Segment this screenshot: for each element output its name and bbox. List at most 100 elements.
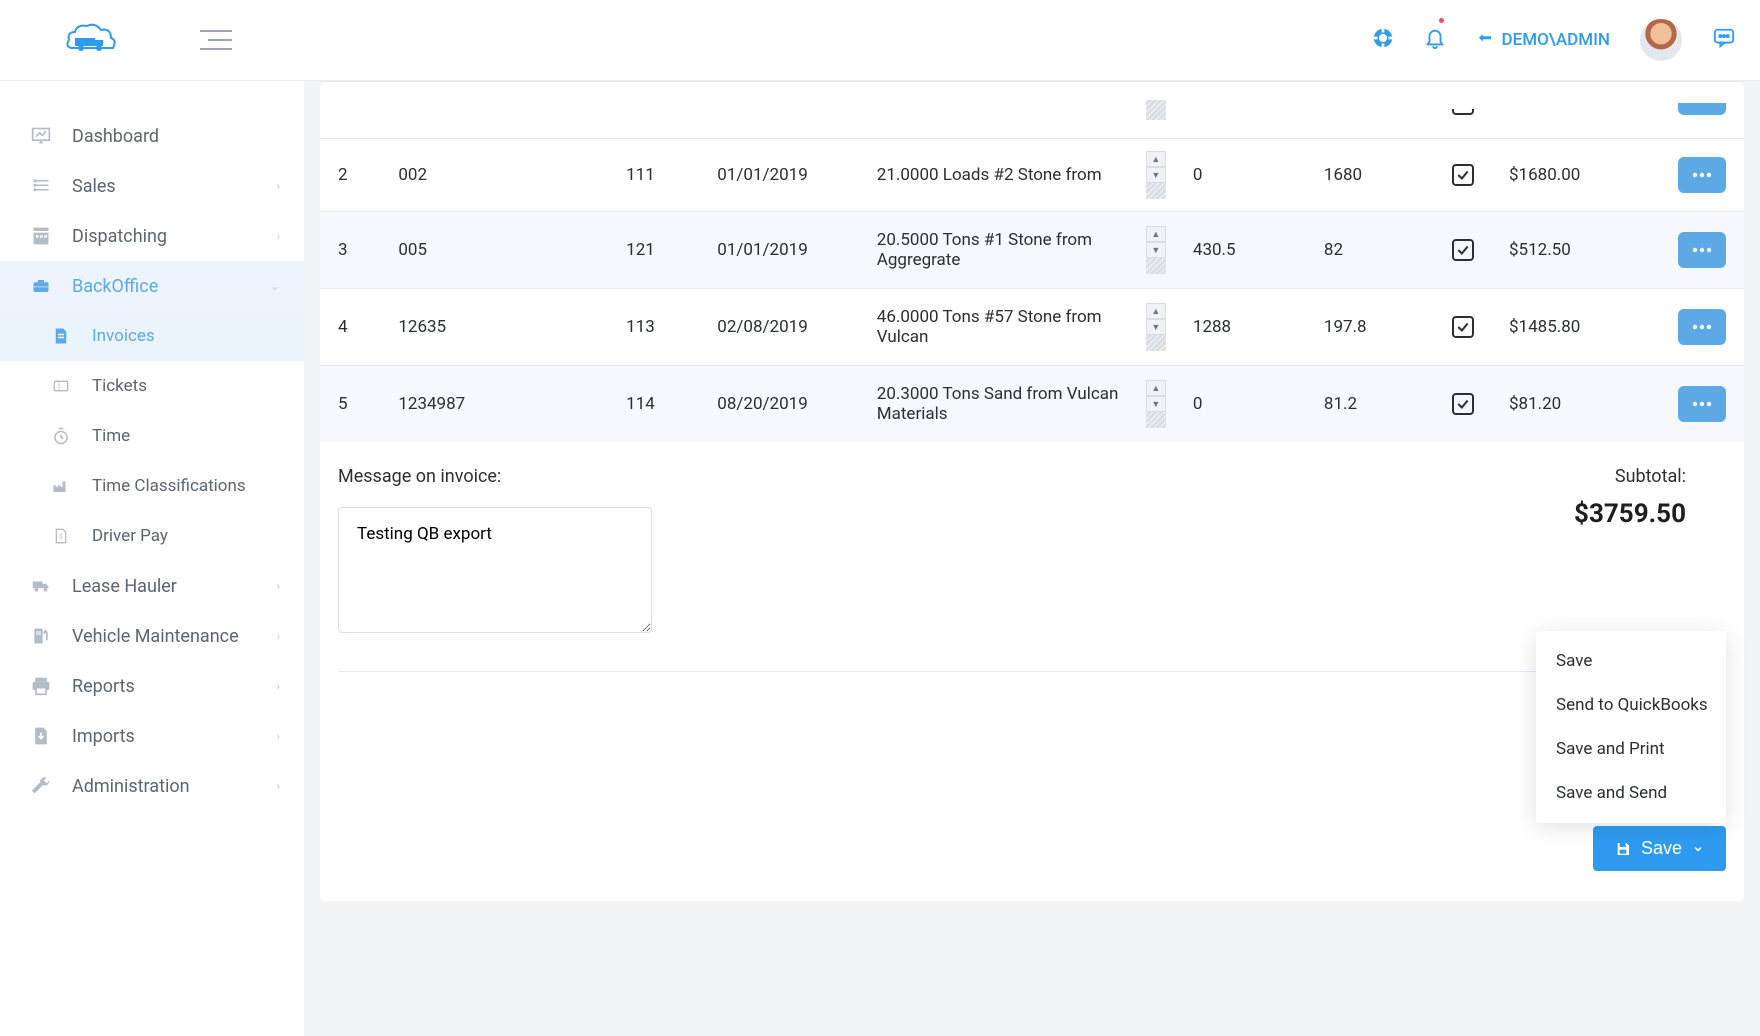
chevron-right-icon: › <box>276 679 280 693</box>
cell-number: 12635 <box>388 289 616 366</box>
checkbox[interactable] <box>1452 239 1474 261</box>
spinner-down-icon[interactable]: ▼ <box>1146 242 1166 258</box>
sidebar-subitem-label: Invoices <box>92 326 155 346</box>
chevron-right-icon: › <box>276 729 280 743</box>
sidebar-subitem-label: Tickets <box>92 376 147 396</box>
sidebar-item-imports[interactable]: Imports › <box>0 711 304 761</box>
topbar-left <box>60 20 232 60</box>
spinner-down-icon[interactable]: ▼ <box>1146 396 1166 412</box>
sidebar-subitem-tickets[interactable]: Tickets <box>0 361 304 411</box>
save-button[interactable]: Save <box>1593 826 1726 871</box>
cell-value2: 1680 <box>1314 139 1428 212</box>
sidebar-item-vehicle-maintenance[interactable]: Vehicle Maintenance › <box>0 611 304 661</box>
spinner[interactable]: ▲ ▼ <box>1146 226 1166 274</box>
chevron-right-icon: › <box>276 179 280 193</box>
subtotal-value: $3759.50 <box>1574 499 1686 529</box>
save-menu-item-send-quickbooks[interactable]: Send to QuickBooks <box>1536 683 1726 727</box>
cell-value1: 1288 <box>1183 289 1314 366</box>
chat-icon[interactable] <box>1712 27 1736 53</box>
table-row: 2 002 111 01/01/2019 21.0000 Loads #2 St… <box>320 139 1744 212</box>
spinner-up-icon[interactable]: ▲ <box>1146 151 1166 167</box>
chevron-right-icon: › <box>276 779 280 793</box>
spinner-up-icon[interactable]: ▲ <box>1146 226 1166 242</box>
menu-toggle-icon[interactable] <box>200 30 232 50</box>
spinner-up-icon[interactable]: ▲ <box>1146 380 1166 396</box>
checkbox[interactable] <box>1452 316 1474 338</box>
sidebar-item-label: Lease Hauler <box>72 576 177 597</box>
cell-value2: 81.2 <box>1314 366 1428 443</box>
dashboard-icon <box>28 125 54 147</box>
user-avatar[interactable] <box>1640 19 1682 61</box>
chevron-right-icon: › <box>276 579 280 593</box>
spinner-grip-icon[interactable] <box>1146 183 1166 199</box>
truck-icon <box>28 575 54 597</box>
user-link-prefix: DEMO <box>1502 30 1549 50</box>
sidebar-item-lease-hauler[interactable]: Lease Hauler › <box>0 561 304 611</box>
wrench-icon <box>28 775 54 797</box>
save-menu-item-save[interactable]: Save <box>1536 639 1726 683</box>
cell-index: 4 <box>320 289 388 366</box>
sidebar-item-dashboard[interactable]: Dashboard <box>0 111 304 161</box>
sidebar-item-label: Administration <box>72 776 190 797</box>
cell-date: 01/01/2019 <box>707 139 866 212</box>
cell-number: 002 <box>388 139 616 212</box>
spinner-grip-icon[interactable] <box>1146 258 1166 274</box>
save-menu-item-save-print[interactable]: Save and Print <box>1536 727 1726 771</box>
cell-description: 20.3000 Tons Sand from Vulcan Materials <box>867 366 1146 443</box>
table-row: 3 005 121 01/01/2019 20.5000 Tons #1 Sto… <box>320 212 1744 289</box>
sidebar-subitem-invoices[interactable]: Invoices <box>0 311 304 361</box>
sidebar-subitem-time-classifications[interactable]: Time Classifications <box>0 461 304 511</box>
save-dropdown-menu: Save Send to QuickBooks Save and Print S… <box>1536 631 1726 823</box>
user-link[interactable]: DEMO\ADMIN <box>1476 30 1611 50</box>
row-actions-button[interactable] <box>1678 157 1726 193</box>
spinner[interactable]: ▲ ▼ <box>1146 151 1166 199</box>
checkbox[interactable] <box>1452 393 1474 415</box>
table-row-partial <box>320 82 1744 139</box>
sidebar-item-label: Imports <box>72 726 135 747</box>
row-actions-button[interactable] <box>1678 386 1726 422</box>
help-icon[interactable] <box>1372 27 1394 53</box>
spinner[interactable] <box>1146 100 1166 120</box>
invoice-icon <box>48 325 74 347</box>
chevron-right-icon: › <box>276 629 280 643</box>
sidebar-item-dispatching[interactable]: Dispatching › <box>0 211 304 261</box>
chevron-down-icon <box>1692 843 1704 855</box>
checkbox[interactable] <box>1452 164 1474 186</box>
row-actions-button[interactable] <box>1678 232 1726 268</box>
invoice-card: 2 002 111 01/01/2019 21.0000 Loads #2 St… <box>320 81 1744 901</box>
cell-index: 3 <box>320 212 388 289</box>
svg-text:$: $ <box>59 533 63 541</box>
cell-value2: 197.8 <box>1314 289 1428 366</box>
sidebar-item-label: Reports <box>72 676 135 697</box>
row-actions-button[interactable] <box>1678 103 1726 115</box>
user-link-sep: \ <box>1549 30 1556 50</box>
sidebar-subitem-time[interactable]: Time <box>0 411 304 461</box>
spinner-down-icon[interactable]: ▼ <box>1146 319 1166 335</box>
sidebar-subitem-driver-pay[interactable]: $ Driver Pay <box>0 511 304 561</box>
spinner[interactable]: ▲ ▼ <box>1146 380 1166 428</box>
app-logo[interactable] <box>60 20 120 60</box>
printer-icon <box>28 675 54 697</box>
cell-date: 02/08/2019 <box>707 289 866 366</box>
spinner[interactable]: ▲ ▼ <box>1146 303 1166 351</box>
fuel-icon <box>28 625 54 647</box>
cell-index: 5 <box>320 366 388 443</box>
spinner-up-icon[interactable]: ▲ <box>1146 303 1166 319</box>
sidebar-subitem-label: Driver Pay <box>92 526 168 546</box>
notifications-bell-icon[interactable] <box>1424 26 1446 54</box>
message-textarea[interactable] <box>338 507 652 633</box>
save-menu-item-save-send[interactable]: Save and Send <box>1536 771 1726 815</box>
sidebar-item-backoffice[interactable]: BackOffice ⌄ <box>0 261 304 311</box>
sidebar-item-label: BackOffice <box>72 276 158 297</box>
spinner-grip-icon[interactable] <box>1146 412 1166 428</box>
ticket-icon <box>48 375 74 397</box>
save-button-wrap: Save Send to QuickBooks Save and Print S… <box>1593 826 1726 871</box>
time-icon <box>48 425 74 447</box>
sidebar-item-administration[interactable]: Administration › <box>0 761 304 811</box>
spinner-grip-icon[interactable] <box>1146 335 1166 351</box>
sidebar-item-reports[interactable]: Reports › <box>0 661 304 711</box>
sidebar-item-sales[interactable]: Sales › <box>0 161 304 211</box>
spinner-down-icon[interactable]: ▼ <box>1146 167 1166 183</box>
driver-pay-icon: $ <box>48 525 74 547</box>
row-actions-button[interactable] <box>1678 309 1726 345</box>
